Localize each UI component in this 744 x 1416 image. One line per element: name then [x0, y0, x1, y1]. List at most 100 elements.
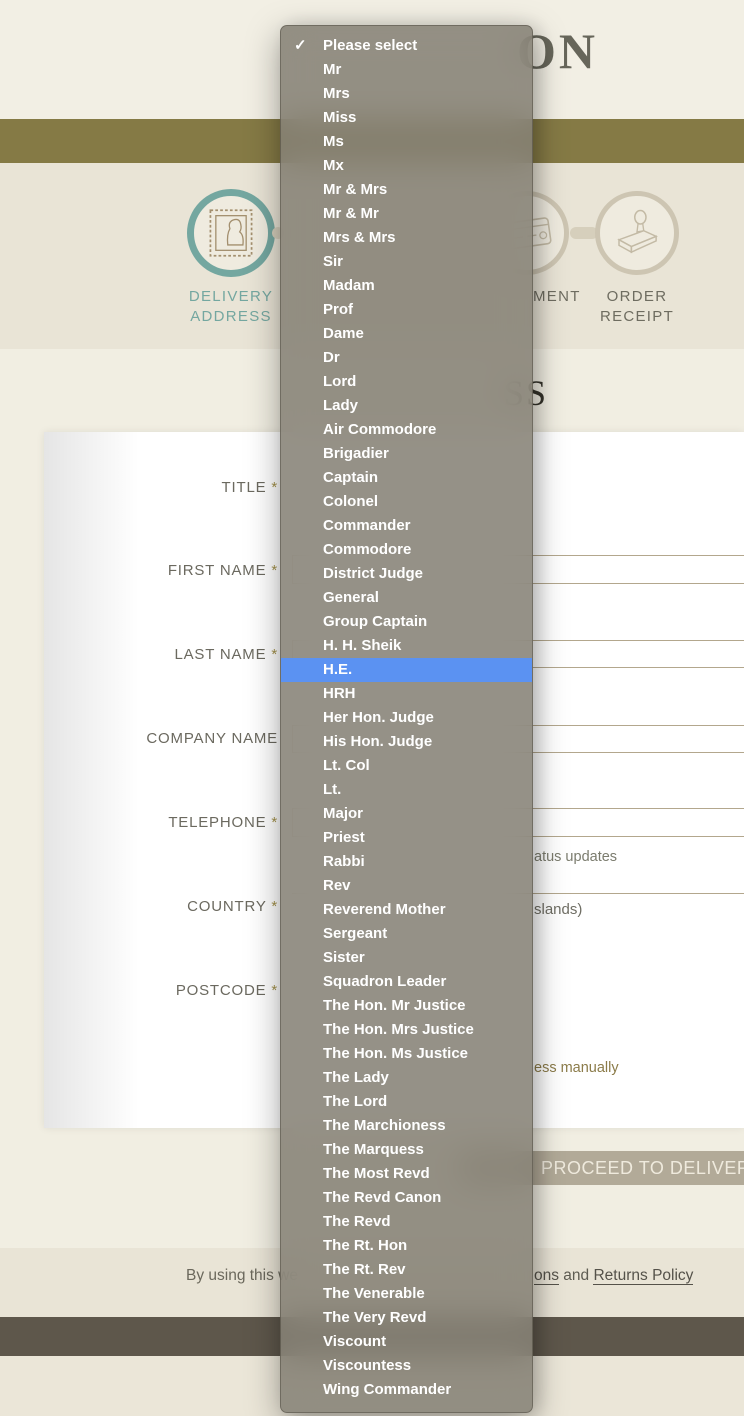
checkmark-icon: ✓ [294, 37, 307, 54]
dropdown-option[interactable]: Mr [281, 58, 532, 82]
dropdown-option[interactable]: The Rt. Hon [281, 1234, 532, 1258]
dropdown-option[interactable]: Rabbi [281, 850, 532, 874]
dropdown-option[interactable]: The Lady [281, 1066, 532, 1090]
dropdown-option[interactable]: The Rt. Rev [281, 1258, 532, 1282]
dropdown-option[interactable]: His Hon. Judge [281, 730, 532, 754]
title-select-dropdown: ✓ Please select Mr Mrs Miss Ms Mx Mr & Mrs Mr & … [280, 25, 533, 1413]
dropdown-option[interactable]: Mrs & Mrs [281, 226, 532, 250]
dropdown-option-label: Sister [323, 949, 365, 966]
label-text: COMPANY NAME [146, 730, 278, 747]
dropdown-option-label: Sergeant [323, 925, 388, 942]
dropdown-option-label: The Most Revd [323, 1165, 430, 1182]
step-label-line: ORDER [606, 288, 668, 305]
dropdown-option[interactable]: Rev [281, 874, 532, 898]
dropdown-option-label: The Hon. Ms Justice [323, 1045, 469, 1062]
terms-link-fragment[interactable]: ons [534, 1267, 559, 1285]
step-delivery-address [187, 189, 275, 277]
dropdown-option[interactable]: Madam [281, 274, 532, 298]
dropdown-option[interactable]: Brigadier [281, 442, 532, 466]
dropdown-option[interactable]: Sir [281, 250, 532, 274]
dropdown-option[interactable]: District Judge [281, 562, 532, 586]
dropdown-option-label: Air Commodore [323, 421, 437, 438]
dropdown-option[interactable]: Lord [281, 370, 532, 394]
dropdown-option[interactable]: Squadron Leader [281, 970, 532, 994]
dropdown-option[interactable]: Mrs [281, 82, 532, 106]
dropdown-option-label: His Hon. Judge [323, 733, 433, 750]
dropdown-option[interactable]: Mr & Mrs [281, 178, 532, 202]
dropdown-option[interactable]: The Hon. Mrs Justice [281, 1018, 532, 1042]
dropdown-option[interactable]: Group Captain [281, 610, 532, 634]
dropdown-option[interactable]: The Hon. Mr Justice [281, 994, 532, 1018]
last-name-label: LAST NAME * [14, 646, 278, 663]
dropdown-option-label: Mr [323, 61, 342, 78]
dropdown-option[interactable]: General [281, 586, 532, 610]
dropdown-option[interactable]: Ms [281, 130, 532, 154]
dropdown-option[interactable]: Major [281, 802, 532, 826]
dropdown-option[interactable]: Miss [281, 106, 532, 130]
dropdown-option[interactable]: Air Commodore [281, 418, 532, 442]
dropdown-option[interactable]: Lt. [281, 778, 532, 802]
dropdown-option[interactable]: Mr & Mr [281, 202, 532, 226]
dropdown-option[interactable]: Lt. Col [281, 754, 532, 778]
dropdown-option-label: HRH [323, 685, 356, 702]
dropdown-option[interactable]: Sister [281, 946, 532, 970]
dropdown-option[interactable]: Wing Commander [281, 1378, 532, 1402]
dropdown-option[interactable]: Commodore [281, 538, 532, 562]
dropdown-option-label: The Hon. Mr Justice [323, 997, 466, 1014]
dropdown-option[interactable]: Commander [281, 514, 532, 538]
dropdown-option[interactable]: ✓ Please select [281, 34, 532, 58]
dropdown-option-label: Madam [323, 277, 375, 294]
dropdown-option[interactable]: Lady [281, 394, 532, 418]
postcode-label: POSTCODE * [14, 982, 278, 999]
required-marker: * [271, 479, 278, 496]
dropdown-option[interactable]: The Venerable [281, 1282, 532, 1306]
step-order-receipt [595, 191, 679, 275]
dropdown-option-label: Dr [323, 349, 340, 366]
dropdown-option[interactable]: Dame [281, 322, 532, 346]
dropdown-option-label: Reverend Mother [323, 901, 446, 918]
dropdown-option[interactable]: The Revd [281, 1210, 532, 1234]
dropdown-option[interactable]: The Marquess [281, 1138, 532, 1162]
dropdown-option-label: Mx [323, 157, 344, 174]
dropdown-option-label: Mr & Mrs [323, 181, 388, 198]
dropdown-option[interactable]: H.E. [281, 658, 532, 682]
required-marker: * [271, 898, 278, 915]
required-marker: * [271, 982, 278, 999]
dropdown-option[interactable]: The Very Revd [281, 1306, 532, 1330]
dropdown-option[interactable]: The Hon. Ms Justice [281, 1042, 532, 1066]
dropdown-option[interactable]: HRH [281, 682, 532, 706]
dropdown-option[interactable]: H. H. Sheik [281, 634, 532, 658]
dropdown-option-label: Commander [323, 517, 411, 534]
country-label: COUNTRY * [14, 898, 278, 915]
label-text: LAST NAME [174, 646, 267, 663]
dropdown-option[interactable]: The Marchioness [281, 1114, 532, 1138]
dropdown-option[interactable]: Viscountess [281, 1354, 532, 1378]
dropdown-option[interactable]: Prof [281, 298, 532, 322]
dropdown-option[interactable]: The Revd Canon [281, 1186, 532, 1210]
dropdown-option[interactable]: Mx [281, 154, 532, 178]
dropdown-option[interactable]: Her Hon. Judge [281, 706, 532, 730]
dropdown-option[interactable]: The Lord [281, 1090, 532, 1114]
dropdown-option[interactable]: Captain [281, 466, 532, 490]
dropdown-option[interactable]: Sergeant [281, 922, 532, 946]
dropdown-option-label: District Judge [323, 565, 424, 582]
dropdown-option-label: Squadron Leader [323, 973, 447, 990]
dropdown-option-label: The Revd [323, 1213, 391, 1230]
dropdown-option-label: The Marquess [323, 1141, 424, 1158]
enter-address-manually-link-fragment[interactable]: ess manually [534, 1060, 619, 1076]
step-label-order-receipt: ORDER RECEIPT [557, 287, 717, 327]
dropdown-option[interactable]: Dr [281, 346, 532, 370]
dropdown-option-label: Captain [323, 469, 379, 486]
dropdown-option-label: Wing Commander [323, 1381, 452, 1398]
dropdown-option[interactable]: Reverend Mother [281, 898, 532, 922]
returns-policy-link[interactable]: Returns Policy [593, 1267, 694, 1285]
dropdown-option-label: The Revd Canon [323, 1189, 442, 1206]
dropdown-option[interactable]: Priest [281, 826, 532, 850]
step-connector [570, 227, 598, 239]
dropdown-option-label: The Venerable [323, 1285, 425, 1302]
dropdown-option[interactable]: Colonel [281, 490, 532, 514]
dropdown-option[interactable]: Viscount [281, 1330, 532, 1354]
proceed-button-label: PROCEED TO DELIVERY O [541, 1158, 744, 1178]
dropdown-option-label: Lady [323, 397, 359, 414]
dropdown-option[interactable]: The Most Revd [281, 1162, 532, 1186]
